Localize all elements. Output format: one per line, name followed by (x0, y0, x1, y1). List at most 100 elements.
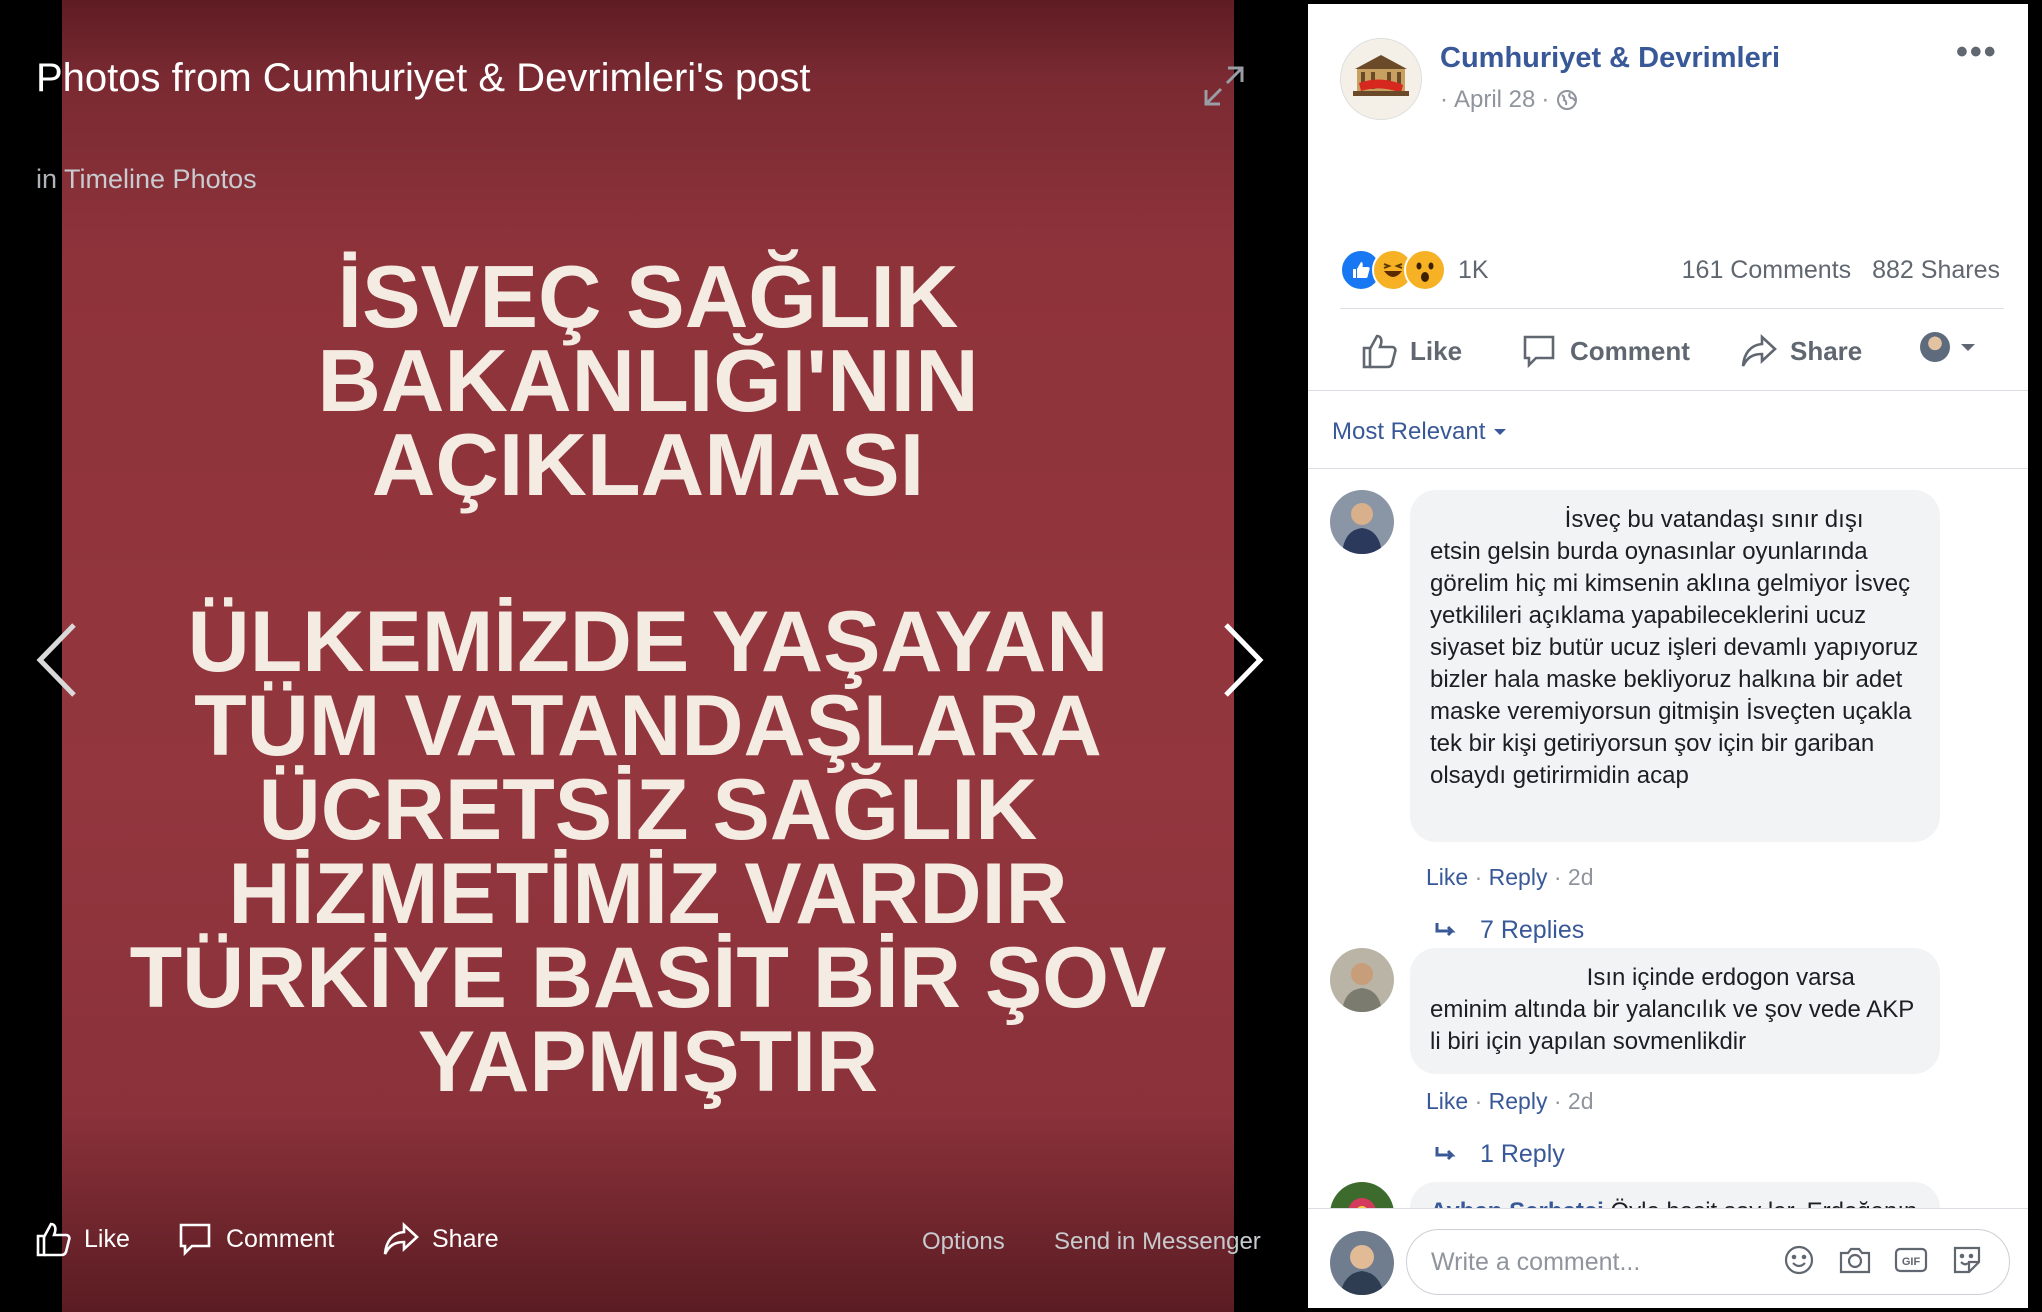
post-like-button[interactable]: Like (1360, 332, 1462, 370)
meta-separator: · (1541, 86, 1550, 113)
photo-text-line: TÜM VATANDAŞLARA (194, 678, 1102, 774)
album-link[interactable]: Timeline Photos (64, 164, 257, 194)
divider (1340, 308, 2004, 309)
redacted-author-name[interactable] (1430, 525, 1558, 527)
camera-icon[interactable] (1838, 1243, 1872, 1277)
comment-reply-link[interactable]: Reply (1489, 864, 1548, 890)
photo-text-block-2: ÜLKEMİZDE YAŞAYAN TÜM VATANDAŞLARA ÜCRET… (62, 594, 1234, 1110)
view-replies-link[interactable]: 7 Replies (1434, 916, 1584, 945)
divider (1308, 468, 2028, 469)
photo-text-line: YAPMIŞTIR (417, 1014, 879, 1110)
viewer-share-label: Share (432, 1224, 499, 1253)
viewer-share-button[interactable]: Share (382, 1220, 499, 1258)
thumbs-up-icon (1362, 334, 1397, 369)
replies-count: 1 Reply (1480, 1140, 1565, 1168)
shares-count-link[interactable]: 882 Shares (1872, 256, 2000, 284)
share-arrow-icon (383, 1222, 419, 1255)
caret-down-icon (1494, 429, 1507, 435)
album-line: in Timeline Photos (36, 164, 257, 195)
reaction-count[interactable]: 1K (1458, 256, 1489, 285)
page-name-link[interactable]: Cumhuriyet & Devrimleri (1440, 42, 1780, 75)
comment-text: İsveç bu vatandaşı sınır dışı etsin gels… (1430, 506, 1919, 789)
comment-composer: GIF (1308, 1208, 2028, 1308)
current-user-avatar[interactable] (1330, 1231, 1394, 1295)
viewer-options-link[interactable]: Options (922, 1228, 1005, 1256)
caret-down-icon (1961, 344, 1975, 351)
view-replies-link[interactable]: 1 Reply (1434, 1140, 1565, 1169)
replies-count: 7 Replies (1480, 916, 1585, 944)
post-like-label: Like (1410, 335, 1463, 366)
comment-bubble-icon (1523, 335, 1555, 369)
viewer-comment-button[interactable]: Comment (176, 1220, 334, 1258)
separator: · (1474, 864, 1489, 890)
next-photo-arrow-icon[interactable] (1212, 615, 1272, 705)
user-mini-avatar (1920, 332, 1950, 362)
comment-text: Isın içinde erdogon varsa eminim altında… (1430, 964, 1914, 1055)
viewer-like-label: Like (84, 1224, 130, 1253)
photo-text-line: HİZMETİMİZ VARDIR (228, 846, 1068, 942)
engagement-counts: 161 Comments 882 Shares (1668, 256, 2000, 285)
sticker-icon[interactable] (1950, 1243, 1984, 1277)
photo-text-block-1: İSVEÇ SAĞLIK BAKANLIĞI'NIN AÇIKLAMASI (62, 247, 1234, 514)
album-prefix: in (36, 164, 58, 194)
comment-reply-link[interactable]: Reply (1489, 1088, 1548, 1114)
sort-label: Most Relevant (1332, 418, 1486, 445)
viewer-comment-label: Comment (226, 1224, 335, 1253)
post-meta: · April 28 · (1440, 86, 1579, 114)
share-arrow-icon (1741, 334, 1777, 367)
post-share-label: Share (1790, 335, 1863, 366)
photo-text-line: ÜLKEMİZDE YAŞAYAN (187, 594, 1109, 690)
photo-text-line: AÇIKLAMASI (371, 415, 925, 514)
commenter-avatar[interactable] (1330, 490, 1394, 554)
send-in-messenger-link[interactable]: Send in Messenger (1054, 1228, 1261, 1256)
comment-actions: Like · Reply · 2d (1426, 1088, 1594, 1115)
photo-text-line: BAKANLIĞI'NIN (317, 331, 979, 430)
post-header: Cumhuriyet & Devrimleri · April 28 · ••• (1308, 4, 2028, 124)
wow-reaction-icon (1404, 249, 1446, 291)
svg-text:GIF: GIF (1902, 1256, 1921, 1268)
globe-public-icon (1557, 90, 1578, 110)
separator: · (1474, 1088, 1489, 1114)
comment-like-link[interactable]: Like (1426, 1088, 1468, 1114)
reactions-summary: 1K 161 Comments 882 Shares (1340, 248, 2000, 292)
emoji-icon[interactable] (1782, 1243, 1816, 1277)
post-photo[interactable]: İSVEÇ SAĞLIK BAKANLIĞI'NIN AÇIKLAMASI ÜL… (62, 0, 1234, 1312)
photo-text-line: ÜCRETSİZ SAĞLIK (258, 762, 1038, 858)
meta-separator: · (1440, 86, 1448, 113)
photo-viewer: İSVEÇ SAĞLIK BAKANLIĞI'NIN AÇIKLAMASI ÜL… (0, 0, 1308, 1312)
reply-arrow-icon (1435, 1146, 1456, 1160)
post-comment-label: Comment (1570, 335, 1690, 366)
separator: · (1553, 1088, 1568, 1114)
comment-like-link[interactable]: Like (1426, 864, 1468, 890)
comments-list: İsveç bu vatandaşı sınır dışı etsin gels… (1308, 472, 2028, 1212)
comment-time[interactable]: 2d (1568, 1088, 1594, 1114)
page-avatar[interactable] (1340, 38, 1422, 120)
composer-icons: GIF (1782, 1243, 1984, 1277)
comments-count-link[interactable]: 161 Comments (1682, 256, 1852, 284)
post-date[interactable]: April 28 (1454, 86, 1535, 114)
reaction-icons[interactable] (1340, 249, 1446, 291)
separator: · (1553, 864, 1568, 890)
comment-bubble: Isın içinde erdogon varsa eminim altında… (1410, 948, 1940, 1074)
comment-bubble: İsveç bu vatandaşı sınır dışı etsin gels… (1410, 490, 1940, 842)
thumbs-up-icon (36, 1222, 71, 1257)
commenter-avatar[interactable] (1330, 948, 1394, 1012)
photo-text-line: İSVEÇ SAĞLIK (337, 247, 959, 346)
viewer-title: Photos from Cumhuriyet & Devrimleri's po… (36, 56, 811, 100)
redacted-author-name[interactable] (1430, 983, 1580, 985)
comment-bubble-icon (179, 1223, 211, 1257)
post-action-bar: Like Comment Share (1340, 326, 2010, 382)
post-comment-button[interactable]: Comment (1520, 332, 1690, 370)
comment-sort-dropdown[interactable]: Most Relevant (1332, 418, 1509, 446)
gif-icon[interactable]: GIF (1894, 1243, 1928, 1277)
fullscreen-expand-icon[interactable] (1200, 62, 1248, 110)
post-as-selector[interactable] (1920, 332, 1990, 362)
viewer-like-button[interactable]: Like (34, 1220, 130, 1258)
viewer-action-bar: Like Comment Share Options Send in Messe… (0, 1210, 1308, 1270)
more-options-icon[interactable]: ••• (1956, 35, 1998, 69)
comment-actions: Like · Reply · 2d (1426, 864, 1594, 891)
comment-time[interactable]: 2d (1568, 864, 1594, 890)
previous-photo-arrow-icon[interactable] (28, 615, 88, 705)
post-share-button[interactable]: Share (1740, 332, 1862, 370)
reply-arrow-icon (1435, 922, 1456, 936)
